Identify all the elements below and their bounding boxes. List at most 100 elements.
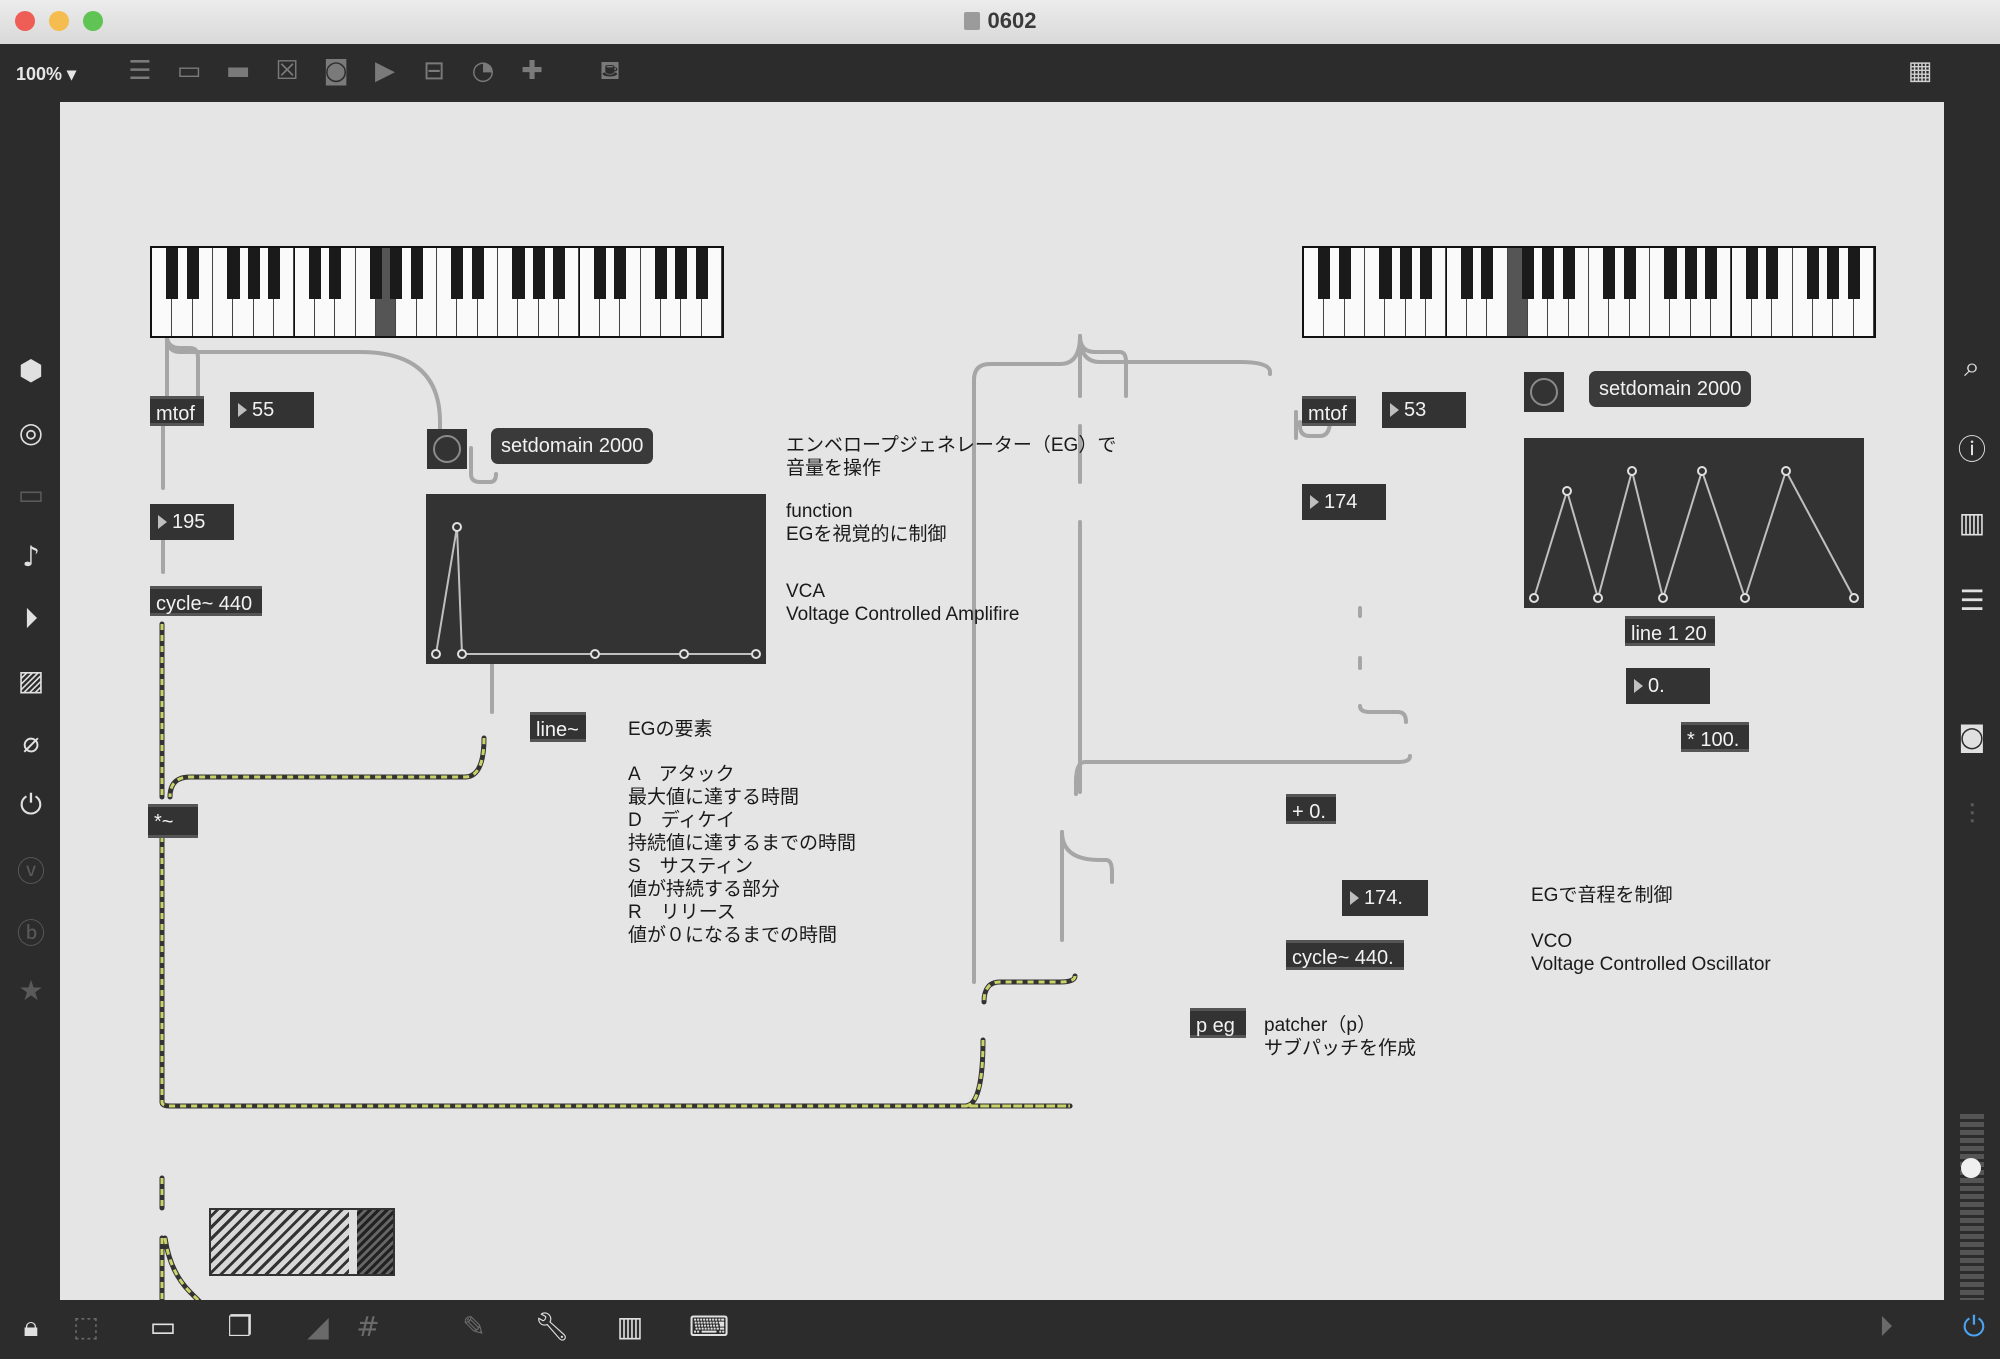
piano-black-key[interactable] — [654, 248, 668, 300]
piano-black-key[interactable] — [1379, 248, 1392, 300]
lock-icon[interactable]: 🔒︎ — [11, 1310, 51, 1344]
sum-number[interactable]: 174. — [1342, 880, 1428, 916]
wrench-icon[interactable]: 🔧︎ — [532, 1310, 572, 1343]
setdomain-message-right[interactable]: setdomain 2000 — [1589, 371, 1752, 407]
search-icon[interactable]: ⌕ — [1952, 350, 1992, 384]
freq-number-right[interactable]: 174 — [1302, 484, 1386, 520]
piano-black-key[interactable] — [1318, 248, 1331, 300]
piano-black-key[interactable] — [227, 248, 240, 300]
piano-black-key[interactable] — [1399, 248, 1412, 300]
piano-black-key[interactable] — [451, 248, 464, 300]
note-number-left[interactable]: 55 — [230, 392, 314, 428]
paint-bucket-icon[interactable]: ⛾ — [592, 56, 628, 90]
piano-black-key[interactable] — [1562, 248, 1575, 300]
cycle-object-right[interactable]: cycle~ 440. — [1286, 940, 1404, 970]
piano-black-key[interactable] — [471, 248, 484, 300]
info-icon[interactable]: ⓘ — [1952, 428, 1992, 468]
bang-button-left[interactable] — [427, 429, 467, 469]
zoom-menu[interactable]: 100% ▾ — [16, 64, 76, 85]
piano-icon[interactable]: ▥ — [610, 1310, 650, 1343]
media-icon[interactable]: ⏵ — [11, 602, 51, 636]
piano-black-key[interactable] — [247, 248, 260, 300]
image-icon[interactable]: ▨ — [11, 664, 51, 697]
function-editor-left[interactable] — [426, 494, 766, 664]
piano-black-key[interactable] — [695, 248, 708, 300]
star-icon[interactable]: ★ — [11, 974, 51, 1007]
kslider-left[interactable] — [150, 246, 724, 338]
windows-icon[interactable]: ❐ — [220, 1310, 260, 1343]
select-icon[interactable]: ⬚ — [66, 1310, 106, 1343]
note-number-right[interactable]: 53 — [1382, 392, 1466, 428]
float-number-right[interactable]: 0. — [1626, 668, 1710, 704]
piano-black-key[interactable] — [512, 248, 525, 300]
plugin-icon[interactable]: ⏻ — [11, 788, 51, 822]
pin-icon[interactable]: ✎ — [454, 1310, 494, 1343]
mixer-icon[interactable]: ⫶ — [1952, 798, 1992, 832]
clip-icon[interactable]: ⌀ — [11, 726, 51, 759]
gain-slider[interactable] — [209, 1208, 395, 1276]
mtof-object-left[interactable]: mtof — [150, 396, 204, 426]
piano-black-key[interactable] — [593, 248, 606, 300]
grid-icon[interactable]: ▦ — [1902, 56, 1938, 86]
playbar-icon[interactable]: ▶ — [367, 56, 403, 86]
piano-black-key[interactable] — [1806, 248, 1820, 300]
piano-black-key[interactable] — [329, 248, 342, 300]
piano-black-key[interactable] — [186, 248, 199, 300]
piano-black-key[interactable] — [369, 248, 383, 300]
piano-black-key[interactable] — [166, 248, 179, 300]
device-icon[interactable]: ▭ — [11, 478, 51, 511]
piano-black-key[interactable] — [1745, 248, 1758, 300]
presentation-icon[interactable]: ☰ — [122, 56, 158, 86]
piano-black-key[interactable] — [1603, 248, 1616, 300]
target-icon[interactable]: ◎ — [11, 416, 51, 449]
presentation-mode-icon[interactable]: ▭ — [143, 1310, 183, 1343]
piano-black-key[interactable] — [1664, 248, 1677, 300]
piano-black-key[interactable] — [1460, 248, 1473, 300]
line-object-left[interactable]: line~ — [530, 712, 586, 742]
piano-black-key[interactable] — [390, 248, 403, 300]
piano-black-key[interactable] — [1338, 248, 1351, 300]
output-level-meter[interactable] — [1960, 1114, 1984, 1304]
package-icon[interactable]: ⬢ — [11, 354, 51, 387]
toggle-icon[interactable]: ☒ — [269, 56, 305, 86]
power-icon[interactable]: ⏻ — [1954, 1310, 1994, 1344]
piano-black-key[interactable] — [675, 248, 688, 300]
piano-black-key[interactable] — [1827, 248, 1840, 300]
play-circle-icon[interactable]: ⏵ — [1866, 1310, 1906, 1344]
message-icon[interactable]: ▭ — [171, 56, 207, 86]
keyboard-icon[interactable]: ⌨ — [689, 1310, 729, 1343]
piano-black-key[interactable] — [1705, 248, 1718, 300]
function-editor-right[interactable] — [1524, 438, 1864, 608]
mult100-object[interactable]: * 100. — [1681, 722, 1749, 752]
piano-black-key[interactable] — [1420, 248, 1433, 300]
grid-icon[interactable]: # — [348, 1310, 388, 1343]
mult-signal-object[interactable]: *~ — [148, 804, 198, 838]
plus-object[interactable]: + 0. — [1286, 794, 1336, 824]
camera-icon[interactable]: ◙ — [1952, 720, 1992, 753]
piano-black-key[interactable] — [1766, 248, 1779, 300]
piano-black-key[interactable] — [268, 248, 281, 300]
b-icon[interactable]: ⓑ — [11, 912, 51, 952]
kslider-right[interactable] — [1302, 246, 1876, 338]
piano-black-key[interactable] — [410, 248, 423, 300]
cycle-object-left[interactable]: cycle~ 440 — [150, 586, 262, 616]
piano-black-key[interactable] — [1521, 248, 1535, 300]
gain-slider-knob[interactable] — [349, 1210, 357, 1274]
piano-black-key[interactable] — [308, 248, 321, 300]
patcher-object-peg[interactable]: p eg — [1190, 1008, 1246, 1038]
note-icon[interactable]: ♪ — [11, 540, 51, 573]
piano-black-key[interactable] — [1847, 248, 1860, 300]
debug-icon[interactable]: ◢ — [298, 1310, 338, 1343]
button-icon[interactable]: ◙ — [318, 56, 354, 86]
piano-black-key[interactable] — [532, 248, 545, 300]
book-icon[interactable]: ▥ — [1952, 506, 1992, 539]
plus-icon[interactable]: ✚ — [514, 56, 550, 86]
comment-icon[interactable]: ▬ — [220, 56, 256, 86]
piano-black-key[interactable] — [1481, 248, 1494, 300]
freq-number-left[interactable]: 195 — [150, 504, 234, 540]
dial-icon[interactable]: ◔ — [465, 56, 501, 86]
line-object-right[interactable]: line 1 20 — [1625, 616, 1715, 646]
v-icon[interactable]: ⓥ — [11, 850, 51, 890]
slider-icon[interactable]: ⊟ — [416, 56, 452, 86]
volume-slider-knob[interactable] — [1961, 1158, 1981, 1178]
